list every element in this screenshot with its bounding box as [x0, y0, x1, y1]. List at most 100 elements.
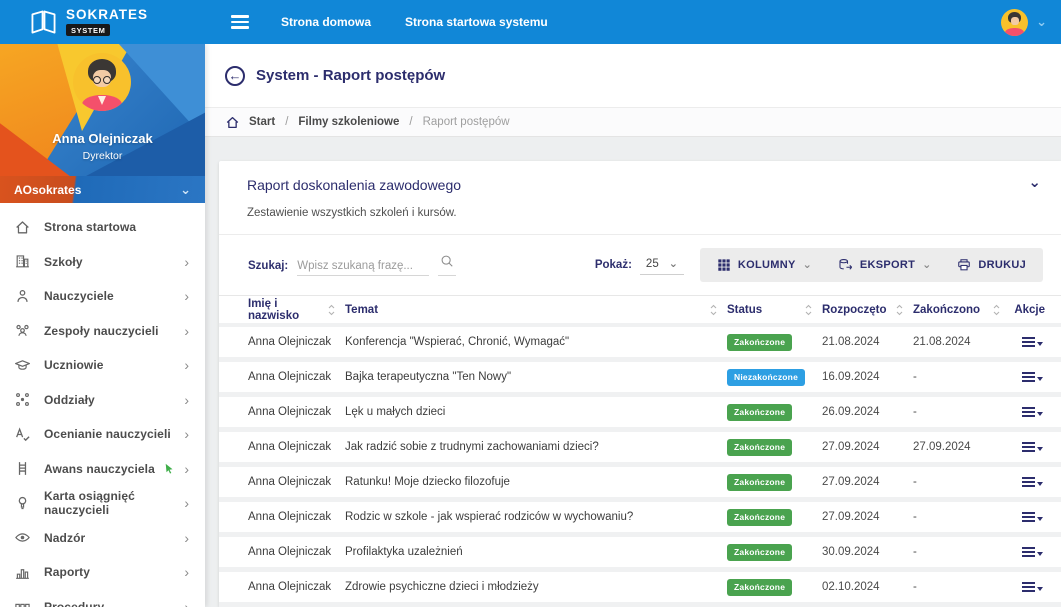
table-row[interactable]: Anna Olejniczak Profilaktyka uzależnień … — [219, 537, 1061, 572]
breadcrumb-filmy-szkoleniowe[interactable]: Filmy szkoleniowe — [298, 116, 399, 128]
cell-name: Anna Olejniczak — [248, 336, 332, 348]
user-menu-chevron-icon[interactable]: ⌄ — [1036, 15, 1047, 28]
user-avatar[interactable] — [1001, 8, 1029, 36]
cell-finished: - — [913, 546, 917, 558]
cell-started: 27.09.2024 — [822, 476, 880, 488]
row-actions-button[interactable] — [1022, 371, 1043, 383]
report-table: Imię i nazwisko Temat Status Rozpoczęto … — [219, 295, 1061, 607]
menu-toggle-icon[interactable] — [231, 15, 249, 29]
breadcrumb-start[interactable]: Start — [249, 116, 275, 128]
home-icon[interactable] — [226, 116, 239, 129]
status-badge: Zakończone — [727, 508, 793, 526]
table-row[interactable]: Anna Olejniczak Jak radzić sobie z trudn… — [219, 432, 1061, 467]
sort-icon[interactable] — [710, 304, 717, 316]
sidebar: Anna Olejniczak Dyrektor AOsokrates ⌄ St… — [0, 44, 205, 607]
row-actions-button[interactable] — [1022, 511, 1043, 523]
card-header: Raport doskonalenia zawodowego Zestawien… — [219, 161, 1061, 235]
search-label: Szukaj: — [248, 260, 289, 272]
sort-icon[interactable] — [805, 304, 812, 316]
sidebar-item-awans-nauczyciela[interactable]: Awans nauczyciela › — [0, 452, 205, 487]
row-actions-button[interactable] — [1022, 441, 1043, 453]
cell-name: Anna Olejniczak — [248, 441, 332, 453]
submenu-arrow-icon: › — [184, 564, 189, 581]
cell-name: Anna Olejniczak — [248, 406, 332, 418]
column-header-started[interactable]: Rozpoczęto — [822, 304, 913, 316]
submenu-arrow-icon: › — [184, 357, 189, 374]
row-actions-button[interactable] — [1022, 406, 1043, 418]
account-switcher[interactable]: AOsokrates ⌄ — [0, 176, 205, 203]
cell-started: 16.09.2024 — [822, 371, 880, 383]
table-row[interactable]: Anna Olejniczak Lęk u małych dzieci Zako… — [219, 397, 1061, 432]
sort-icon[interactable] — [896, 304, 903, 316]
row-actions-button[interactable] — [1022, 336, 1043, 348]
table-row[interactable]: Anna Olejniczak Bajka terapeutyczna "Ten… — [219, 362, 1061, 397]
sort-icon[interactable] — [993, 304, 1000, 316]
sidebar-item-strona-startowa[interactable]: Strona startowa — [0, 210, 205, 245]
sidebar-menu: Strona startowa Szkoły › Nauczyciele › Z… — [0, 203, 205, 607]
profile-avatar[interactable] — [73, 53, 131, 111]
search-input[interactable] — [297, 257, 430, 276]
column-header-finished[interactable]: Zakończono — [913, 304, 1010, 316]
column-header-topic[interactable]: Temat — [345, 304, 727, 316]
column-header-status[interactable]: Status — [727, 304, 822, 316]
cell-finished: 21.08.2024 — [913, 336, 971, 348]
page-size-select[interactable]: 25 ⌄ — [639, 256, 684, 275]
status-badge: Zakończone — [727, 578, 793, 596]
sidebar-item-nauczyciele[interactable]: Nauczyciele › — [0, 279, 205, 314]
table-actions-group: KOLUMNY ⌄ EKSPORT ⌄ DRUKUJ — [699, 248, 1043, 282]
page-title: System - Raport postępów — [256, 67, 446, 84]
status-badge: Zakończone — [727, 543, 793, 561]
sidebar-item-procedury[interactable]: Procedury › — [0, 590, 205, 607]
group-icon — [16, 393, 29, 407]
search-icon[interactable] — [438, 254, 457, 276]
table-row[interactable]: Anna Olejniczak Rodzic w szkole - jak ws… — [219, 502, 1061, 537]
nav-system-start-link[interactable]: Strona startowa systemu — [405, 15, 548, 29]
row-actions-button[interactable] — [1022, 546, 1043, 558]
cell-topic: Rodzic w szkole - jak wspierać rodziców … — [345, 511, 634, 523]
sidebar-item-karta-osiagniec[interactable]: Karta osiągnięć nauczycieli › — [0, 486, 205, 521]
export-icon — [839, 259, 852, 270]
columns-button[interactable]: KOLUMNY ⌄ — [704, 248, 825, 282]
school-icon — [16, 255, 29, 268]
profile-role: Dyrektor — [82, 150, 123, 162]
submenu-arrow-icon: › — [184, 288, 189, 305]
row-actions-button[interactable] — [1022, 581, 1043, 593]
cell-finished: - — [913, 406, 917, 418]
chevron-down-icon: ⌄ — [668, 257, 678, 270]
breadcrumb: Start / Filmy szkoleniowe / Raport postę… — [205, 107, 1061, 137]
cell-name: Anna Olejniczak — [248, 371, 332, 383]
export-button[interactable]: EKSPORT ⌄ — [825, 248, 945, 282]
sidebar-item-oddzialy[interactable]: Oddziały › — [0, 383, 205, 418]
sidebar-item-ocenianie-nauczycieli[interactable]: Ocenianie nauczycieli › — [0, 417, 205, 452]
table-row[interactable]: Anna Olejniczak Ratunku! Moje dziecko fi… — [219, 467, 1061, 502]
cell-topic: Lęk u małych dzieci — [345, 406, 446, 418]
cell-finished: - — [913, 476, 917, 488]
status-badge: Zakończone — [727, 438, 793, 456]
sidebar-item-raporty[interactable]: Raporty › — [0, 555, 205, 590]
app-logo[interactable]: SOKRATES SYSTEM — [0, 8, 205, 36]
column-header-actions: Akcje — [1014, 303, 1045, 316]
print-button[interactable]: DRUKUJ — [944, 248, 1039, 282]
row-actions-button[interactable] — [1022, 476, 1043, 488]
sort-icon[interactable] — [328, 304, 335, 316]
submenu-arrow-icon: › — [184, 598, 189, 607]
topbar: SOKRATES SYSTEM Strona domowa Strona sta… — [0, 0, 1061, 44]
table-row[interactable]: Anna Olejniczak Zdrowie psychiczne dziec… — [219, 572, 1061, 607]
app-window: SOKRATES SYSTEM Strona domowa Strona sta… — [0, 0, 1061, 607]
logo-subtitle-badge: SYSTEM — [66, 24, 111, 36]
table-row[interactable]: Anna Olejniczak Konferencja "Wspierać, C… — [219, 327, 1061, 362]
column-header-name[interactable]: Imię i nazwisko — [248, 298, 345, 322]
sidebar-item-nadzor[interactable]: Nadzór › — [0, 521, 205, 556]
cell-finished: 27.09.2024 — [913, 441, 971, 453]
cell-name: Anna Olejniczak — [248, 546, 332, 558]
breadcrumb-current: Raport postępów — [422, 116, 510, 128]
sidebar-item-uczniowie[interactable]: Uczniowie › — [0, 348, 205, 383]
cell-finished: - — [913, 511, 917, 523]
sidebar-item-zespoly-nauczycieli[interactable]: Zespoły nauczycieli › — [0, 314, 205, 349]
back-button[interactable]: ← — [225, 65, 245, 86]
card-collapse-chevron-icon[interactable]: ⌄ — [1028, 173, 1041, 191]
submenu-arrow-icon: › — [184, 322, 189, 339]
nav-home-link[interactable]: Strona domowa — [281, 15, 371, 29]
cell-name: Anna Olejniczak — [248, 476, 332, 488]
sidebar-item-szkoly[interactable]: Szkoły › — [0, 245, 205, 280]
